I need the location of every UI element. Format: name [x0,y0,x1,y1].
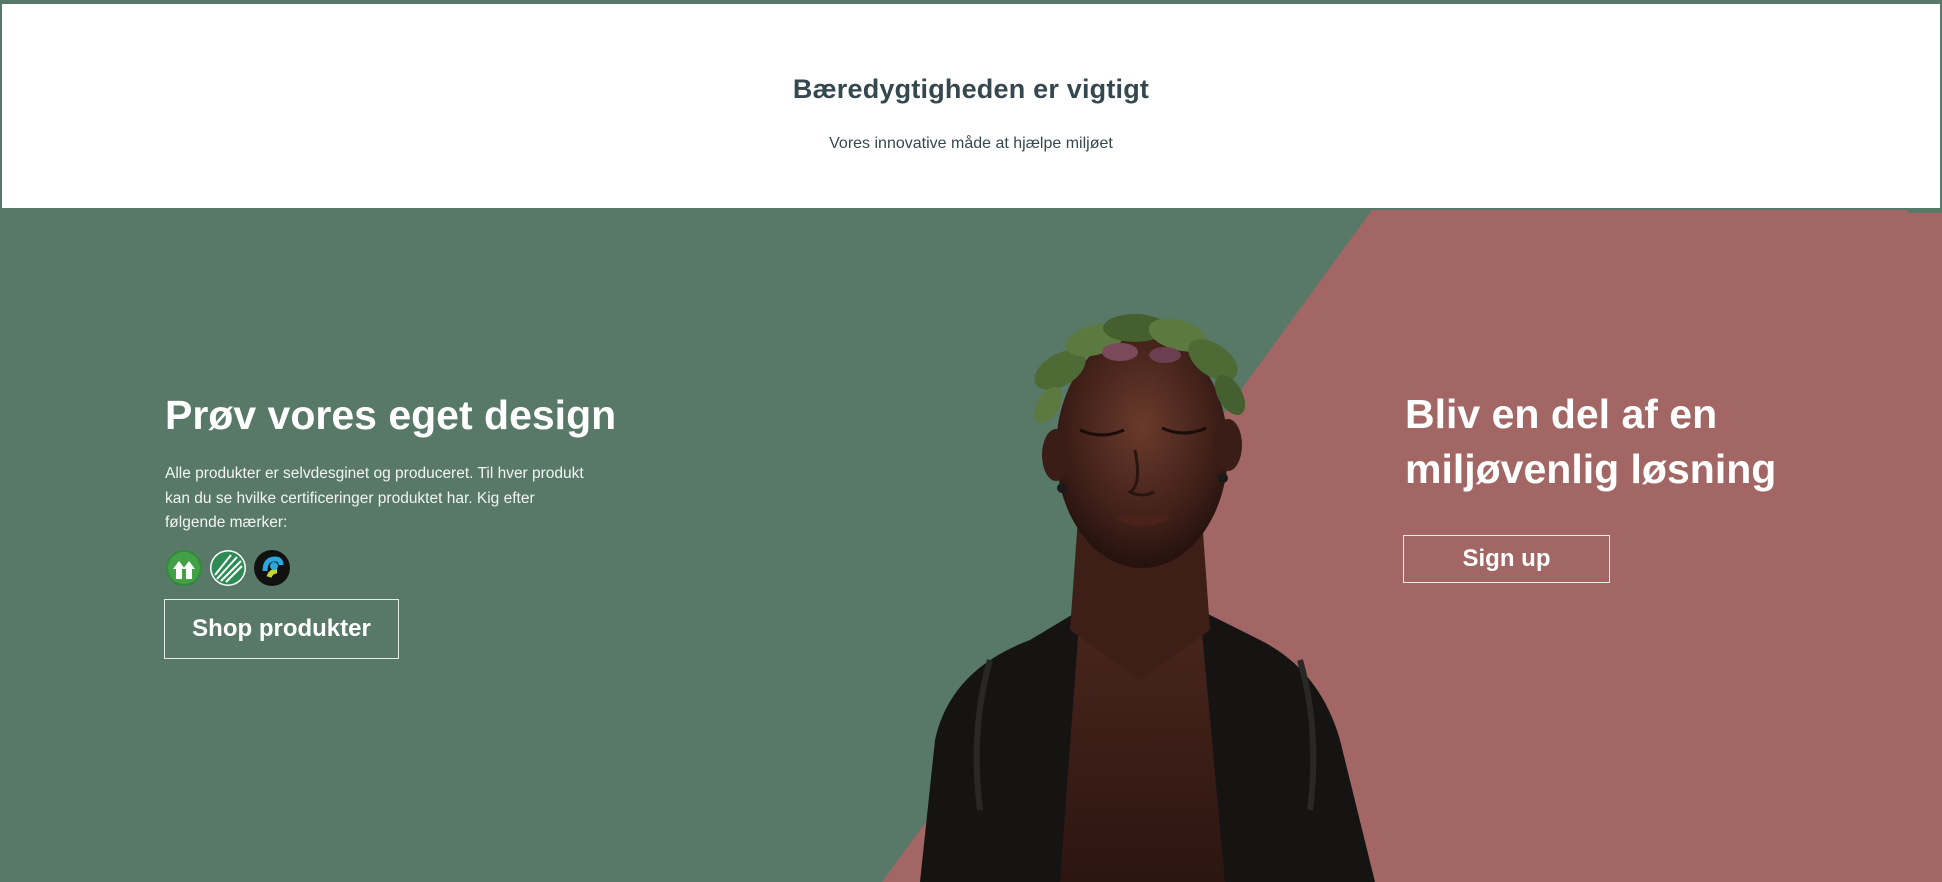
nordic-swan-ecolabel-icon [210,549,246,586]
sustainability-intro: Bæredygtigheden er vigtigt Vores innovat… [0,0,1942,210]
gots-organic-icon [166,549,202,586]
design-promo: Prøv vores eget design Alle produkter er… [164,390,625,659]
portrait-image [920,314,1375,882]
page: Bæredygtigheden er vigtigt Vores innovat… [0,0,1942,882]
certification-badges [165,549,625,587]
intro-subtitle: Vores innovative måde at hjælpe miljøet [829,135,1113,152]
intro-title: Bæredygtigheden er vigtigt [792,74,1150,104]
shop-products-button[interactable]: Shop produkter [164,598,399,659]
hero-banner: Prøv vores eget design Alle produkter er… [0,210,1942,882]
design-promo-text: Alle produkter er selvdesginet og produc… [165,465,584,531]
eco-solution-promo: Bliv en del af en miljøvenlig løsning Si… [1403,387,1885,583]
fairtrade-icon [254,549,290,586]
eco-solution-title: Bliv en del af en miljøvenlig løsning [1405,391,1777,492]
sign-up-button[interactable]: Sign up [1403,535,1610,583]
design-promo-title: Prøv vores eget design [165,392,617,438]
top-right-strip [1908,210,1942,213]
